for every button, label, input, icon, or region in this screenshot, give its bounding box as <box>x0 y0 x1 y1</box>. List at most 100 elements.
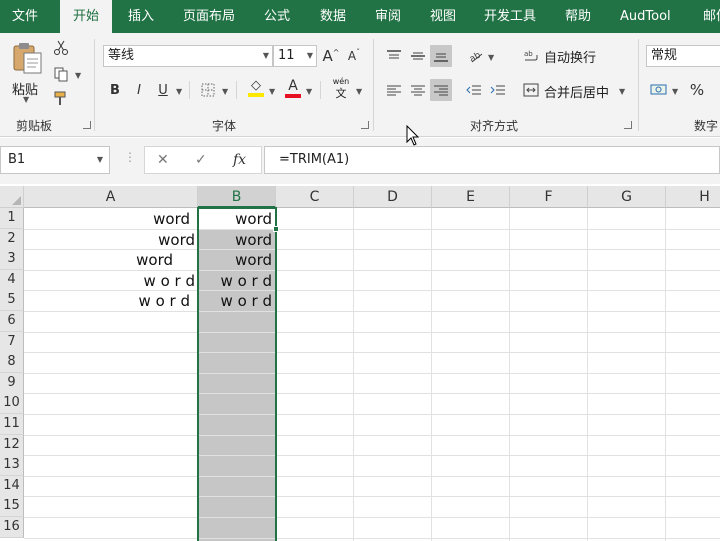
tab-page-layout[interactable]: 页面布局 <box>183 0 235 33</box>
paste-button[interactable]: 粘贴 ▼ <box>8 39 46 104</box>
tab-developer[interactable]: 开发工具 <box>484 0 536 33</box>
orientation-dropdown-icon[interactable]: ▼ <box>488 53 494 62</box>
border-icon <box>201 83 215 97</box>
tab-data[interactable]: 数据 <box>320 0 346 33</box>
font-dialog-launcher[interactable] <box>361 121 369 129</box>
merge-center-icon-button[interactable] <box>520 79 542 101</box>
column-header-d[interactable]: D <box>354 186 432 208</box>
cell-a5[interactable]: w o r d <box>139 291 190 311</box>
phonetic-dropdown-icon[interactable]: ▼ <box>356 87 362 96</box>
orientation-button[interactable]: ab <box>465 45 487 67</box>
tab-mailings[interactable]: 邮件 <box>703 0 720 33</box>
row-header-3[interactable]: 3 <box>0 249 24 270</box>
column-header-c[interactable]: C <box>276 186 354 208</box>
row-header-11[interactable]: 11 <box>0 414 24 435</box>
font-size-select[interactable]: 11 ▼ <box>273 45 317 67</box>
phonetic-guide-button[interactable]: wén 文 <box>328 77 354 103</box>
name-box[interactable]: B1 ▼ <box>0 146 110 174</box>
fill-handle[interactable] <box>273 226 279 232</box>
fill-color-dropdown-icon[interactable]: ▼ <box>269 87 275 96</box>
select-all-button[interactable] <box>0 186 24 208</box>
cell-a1[interactable]: word <box>153 209 190 229</box>
font-name-select[interactable]: 等线 ▼ <box>103 45 273 67</box>
row-header-15[interactable]: 15 <box>0 496 24 517</box>
cell-a3[interactable]: word <box>136 250 173 270</box>
excel-window: 文件 开始 插入 页面布局 公式 数据 审阅 视图 开发工具 帮助 AudToo… <box>0 0 720 541</box>
font-color-dropdown-icon[interactable]: ▼ <box>306 87 312 96</box>
grow-font-button[interactable]: A ^ <box>320 45 342 67</box>
accounting-dropdown-icon[interactable]: ▼ <box>672 87 678 96</box>
insert-function-icon[interactable]: fx <box>233 147 246 173</box>
row-header-9[interactable]: 9 <box>0 373 24 394</box>
more-options-icon[interactable]: ⋮ <box>124 150 136 164</box>
tab-formulas[interactable]: 公式 <box>264 0 290 33</box>
clipboard-dialog-launcher[interactable] <box>83 121 91 129</box>
wrap-text-icon-button[interactable]: ab <box>520 45 542 67</box>
column-header-f[interactable]: F <box>510 186 588 208</box>
font-color-bar <box>285 93 301 98</box>
copy-button[interactable] <box>50 63 72 85</box>
borders-button[interactable] <box>197 79 219 101</box>
row-header-4[interactable]: 4 <box>0 270 24 291</box>
merge-center-button[interactable]: 合并后居中 <box>544 82 609 101</box>
shrink-font-button[interactable]: Aˇ <box>343 45 365 67</box>
cell-a4[interactable]: w o r d <box>144 271 195 291</box>
percent-button[interactable]: % <box>686 79 708 101</box>
row-header-1[interactable]: 1 <box>0 208 24 229</box>
column-header-e[interactable]: E <box>432 186 510 208</box>
row-header-7[interactable]: 7 <box>0 332 24 353</box>
column-header-g[interactable]: G <box>588 186 666 208</box>
bold-button[interactable]: B <box>104 79 126 101</box>
row-header-2[interactable]: 2 <box>0 229 24 250</box>
tab-help[interactable]: 帮助 <box>565 0 591 33</box>
tab-insert[interactable]: 插入 <box>128 0 154 33</box>
align-middle-button[interactable] <box>407 45 429 67</box>
underline-button[interactable]: U <box>152 79 174 101</box>
enter-icon[interactable]: ✓ <box>195 147 207 173</box>
row-gridline <box>24 538 720 539</box>
svg-text:ab: ab <box>524 50 533 58</box>
column-header-h[interactable]: H <box>666 186 720 208</box>
tab-file[interactable]: 文件 <box>12 0 38 33</box>
column-header-a[interactable]: A <box>24 186 198 208</box>
align-left-button[interactable] <box>383 79 405 101</box>
fill-color-button[interactable]: ◇ <box>245 77 267 99</box>
tab-review[interactable]: 审阅 <box>375 0 401 33</box>
align-top-button[interactable] <box>383 45 405 67</box>
tab-audtool[interactable]: AudTool <box>620 0 671 33</box>
decrease-indent-button[interactable] <box>463 79 485 101</box>
row-header-16[interactable]: 16 <box>0 517 24 538</box>
number-format-select[interactable]: 常规 <box>646 45 720 67</box>
formula-input[interactable]: =TRIM(A1) <box>264 146 720 174</box>
tab-view[interactable]: 视图 <box>430 0 456 33</box>
alignment-dialog-launcher[interactable] <box>624 121 632 129</box>
paste-dropdown-icon[interactable]: ▼ <box>23 95 29 104</box>
font-separator <box>236 81 237 99</box>
row-header-12[interactable]: 12 <box>0 435 24 456</box>
align-bottom-button[interactable] <box>430 45 452 67</box>
increase-indent-button[interactable] <box>487 79 509 101</box>
copy-dropdown-icon[interactable]: ▼ <box>75 71 81 80</box>
borders-dropdown-icon[interactable]: ▼ <box>222 87 228 96</box>
cut-button[interactable] <box>50 37 72 59</box>
row-header-6[interactable]: 6 <box>0 311 24 332</box>
format-painter-button[interactable] <box>50 87 72 109</box>
decrease-indent-icon <box>466 85 481 95</box>
column-header-b[interactable]: B <box>198 186 276 208</box>
underline-dropdown-icon[interactable]: ▼ <box>176 87 182 96</box>
italic-button[interactable]: I <box>128 79 150 101</box>
cancel-icon[interactable]: ✕ <box>157 147 169 173</box>
merge-center-dropdown-icon[interactable]: ▼ <box>619 87 625 96</box>
align-right-button[interactable] <box>430 79 452 101</box>
wrap-text-button[interactable]: 自动换行 <box>544 47 596 66</box>
cell-a2[interactable]: word <box>158 230 195 250</box>
align-center-button[interactable] <box>407 79 429 101</box>
row-header-10[interactable]: 10 <box>0 393 24 414</box>
row-header-13[interactable]: 13 <box>0 455 24 476</box>
row-header-5[interactable]: 5 <box>0 290 24 311</box>
tab-home[interactable]: 开始 <box>60 0 112 33</box>
row-header-14[interactable]: 14 <box>0 476 24 497</box>
row-header-8[interactable]: 8 <box>0 352 24 373</box>
accounting-format-button[interactable] <box>648 79 670 101</box>
font-color-button[interactable]: A <box>282 77 304 99</box>
